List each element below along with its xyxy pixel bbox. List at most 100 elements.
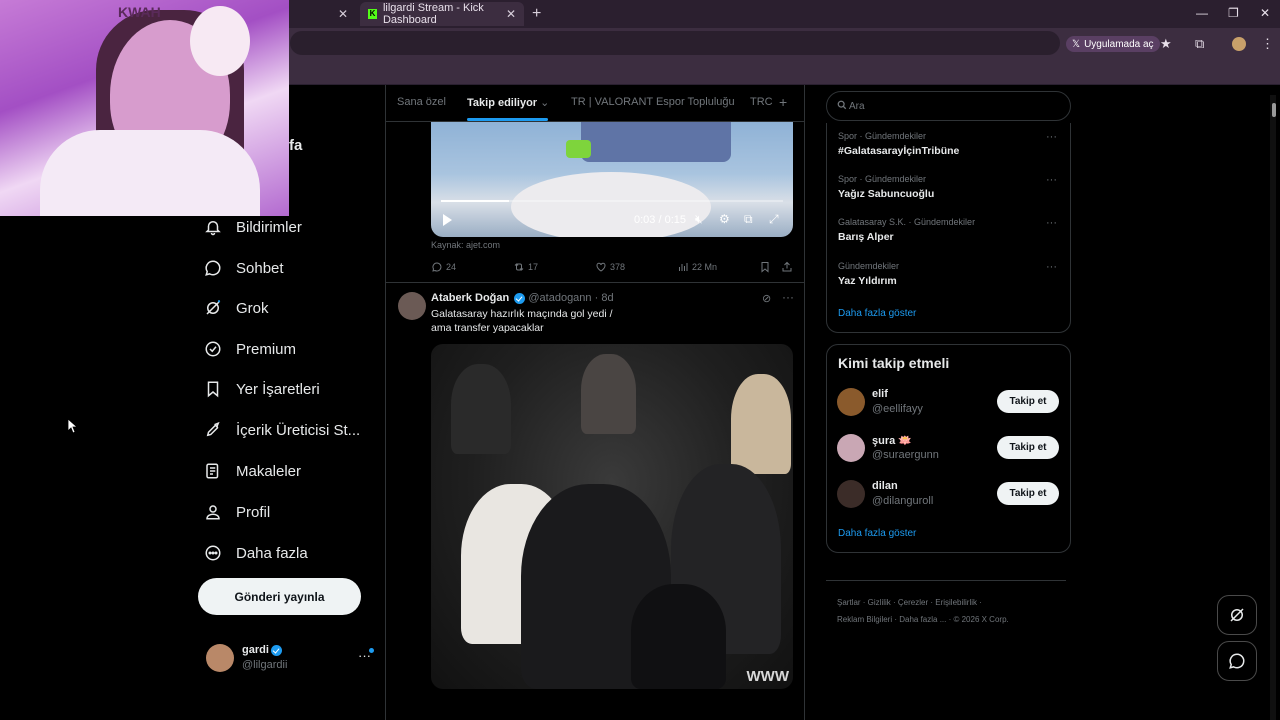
more-dots-icon[interactable]: ··· <box>1046 217 1057 229</box>
restore-icon[interactable]: ❐ <box>1228 6 1239 20</box>
more-dots-icon[interactable]: ··· <box>1046 174 1057 186</box>
repost-count: 17 <box>528 262 539 272</box>
video-watermark: WWW <box>746 668 789 685</box>
tweet-meta: @atadogann · 8d <box>528 292 614 304</box>
kick-favicon-icon: K <box>368 9 377 19</box>
nav-more[interactable]: Daha fazla <box>204 538 308 568</box>
nav-bookmarks[interactable]: Yer İşaretleri <box>204 374 320 404</box>
video-player[interactable]: 0:03 / 0:15 🔇︎ ⚙ ⧉ ⤢ <box>431 122 793 237</box>
tab-for-you[interactable]: Sana özel <box>397 96 446 108</box>
settings-gear-icon[interactable]: ⚙ <box>719 212 730 226</box>
footer-links-line[interactable]: Reklam Bilgileri · Daha fazla ... · © 20… <box>837 611 1067 628</box>
grok-icon <box>204 299 222 317</box>
more-dots-icon[interactable]: ··· <box>782 290 794 304</box>
close-tab-icon[interactable]: ✕ <box>506 7 516 21</box>
nav-articles[interactable]: Makaleler <box>204 456 301 486</box>
suggestion-item[interactable]: elif @eellifayy Takip et <box>837 386 1062 418</box>
post-button[interactable]: Gönderi yayınla <box>198 578 361 615</box>
browser-tab-active[interactable]: K lilgardi Stream - Kick Dashboard ✕ <box>360 2 524 26</box>
suggestion-item[interactable]: şura 🪷 @suraergunn Takip et <box>837 432 1062 464</box>
extensions-icon[interactable]: ⧉ <box>1195 36 1204 52</box>
follow-button[interactable]: Takip et <box>997 482 1059 505</box>
like-count: 378 <box>610 262 626 272</box>
play-icon[interactable] <box>443 214 452 226</box>
mute-icon[interactable]: 🔇︎ <box>695 212 703 227</box>
tweet-time[interactable]: 8d <box>601 292 613 304</box>
tab-valorant-community[interactable]: TR | VALORANT Espor Topluluğu <box>571 96 735 108</box>
trend-item[interactable]: Spor · Gündemdekiler Yağız Sabuncuoğlu ·… <box>838 174 1063 210</box>
nav-grok[interactable]: Grok <box>204 293 269 323</box>
grok-fab-button[interactable] <box>1217 595 1257 635</box>
trend-category: Spor · Gündemdekiler <box>838 174 927 184</box>
fullscreen-icon[interactable]: ⤢ <box>769 212 779 227</box>
new-tab-icon[interactable]: + <box>532 5 541 23</box>
avatar[interactable] <box>837 434 865 462</box>
close-window-icon[interactable]: ✕ <box>1260 6 1270 20</box>
search-input[interactable] <box>849 99 1049 114</box>
trend-item[interactable]: Spor · Gündemdekiler #GalatasarayİçinTri… <box>838 131 1063 167</box>
search-box[interactable] <box>826 91 1071 121</box>
reply-button[interactable]: 24 <box>431 261 456 273</box>
avatar[interactable] <box>398 292 426 320</box>
trend-item[interactable]: Galatasaray S.K. · Gündemdekiler Barış A… <box>838 217 1063 253</box>
more-circle-icon <box>204 544 222 562</box>
crowd-figure <box>731 374 791 474</box>
nav-label: İçerik Üreticisi St... <box>236 421 361 439</box>
suggestion-item[interactable]: dilan @dilanguroll Takip et <box>837 478 1062 510</box>
tweet-text-line: Galatasaray hazırlık maçında gol yedi / <box>431 308 613 320</box>
more-dots-icon[interactable]: ··· <box>1046 261 1057 273</box>
avatar[interactable] <box>837 388 865 416</box>
open-in-app-button[interactable]: 𝕏 Uygulamada aç <box>1066 36 1160 52</box>
account-name-row: gardi <box>242 644 282 656</box>
author-handle[interactable]: @atadogann <box>528 292 591 304</box>
chevron-down-icon: ⌄ <box>540 97 550 109</box>
who-to-follow-show-more-link[interactable]: Daha fazla göster <box>838 528 916 539</box>
avatar[interactable] <box>837 480 865 508</box>
suggestion-handle: @dilanguroll <box>872 495 934 507</box>
feed-tabs: Sana özel Takip ediliyor ⌄ TR | VALORANT… <box>386 85 804 122</box>
like-button[interactable]: 378 <box>595 261 625 273</box>
picture-in-picture-icon[interactable]: ⧉ <box>744 212 753 227</box>
author-name[interactable]: Ataberk Doğan <box>431 292 509 304</box>
webcam-plush-toy <box>190 6 250 76</box>
messages-fab-button[interactable] <box>1217 641 1257 681</box>
footer-links-line[interactable]: Şartlar · Gizlilik · Çerezler · Erişileb… <box>837 594 1067 611</box>
video-progress-bar[interactable] <box>441 200 783 202</box>
video-frame-object <box>581 122 731 162</box>
search-icon <box>837 100 847 110</box>
tab-following[interactable]: Takip ediliyor ⌄ <box>467 96 549 109</box>
scrollbar-thumb[interactable] <box>1272 103 1276 117</box>
browser-profile-avatar[interactable] <box>1232 37 1246 51</box>
nav-label: Premium <box>236 340 297 358</box>
nav-profile[interactable]: Profil <box>204 497 270 527</box>
add-tab-icon[interactable]: + <box>779 94 787 110</box>
nav-notifications[interactable]: Bildirimler <box>204 212 302 242</box>
views-button[interactable]: 22 Mn <box>677 261 717 273</box>
divider <box>826 580 1066 581</box>
account-name: gardi <box>242 644 269 656</box>
browser-menu-icon[interactable]: ⋮ <box>1261 36 1274 52</box>
follow-button[interactable]: Takip et <box>997 390 1059 413</box>
trends-show-more-link[interactable]: Daha fazla göster <box>838 308 916 319</box>
grok-icon[interactable]: ⊘ <box>762 292 771 305</box>
account-switcher[interactable]: gardi @lilgardii ··· <box>206 642 376 674</box>
minimize-icon[interactable]: — <box>1196 6 1208 20</box>
nav-label: Sohbet <box>236 259 284 277</box>
follow-button[interactable]: Takip et <box>997 436 1059 459</box>
star-bookmark-icon[interactable]: ★ <box>1160 36 1172 52</box>
more-dots-icon[interactable]: ··· <box>1046 131 1057 143</box>
nav-chat[interactable]: Sohbet <box>204 253 284 283</box>
url-field[interactable] <box>290 31 1060 55</box>
scrollbar-track[interactable] <box>1270 95 1276 720</box>
grok-icon <box>1230 608 1244 622</box>
share-button[interactable] <box>781 261 793 273</box>
close-tab-icon[interactable]: ✕ <box>338 7 348 21</box>
repost-button[interactable]: 17 <box>513 261 538 273</box>
nav-creator-studio[interactable]: İçerik Üreticisi St... <box>204 415 360 445</box>
nav-premium[interactable]: Premium <box>204 334 296 364</box>
bookmark-button[interactable] <box>759 261 771 273</box>
tab-trc[interactable]: TRC <box>750 96 773 108</box>
trend-item[interactable]: Gündemdekiler Yaz Yıldırım ··· <box>838 261 1063 297</box>
browser-tab-inactive[interactable]: ✕ <box>288 2 356 26</box>
video-player[interactable]: WWW <box>431 344 793 689</box>
